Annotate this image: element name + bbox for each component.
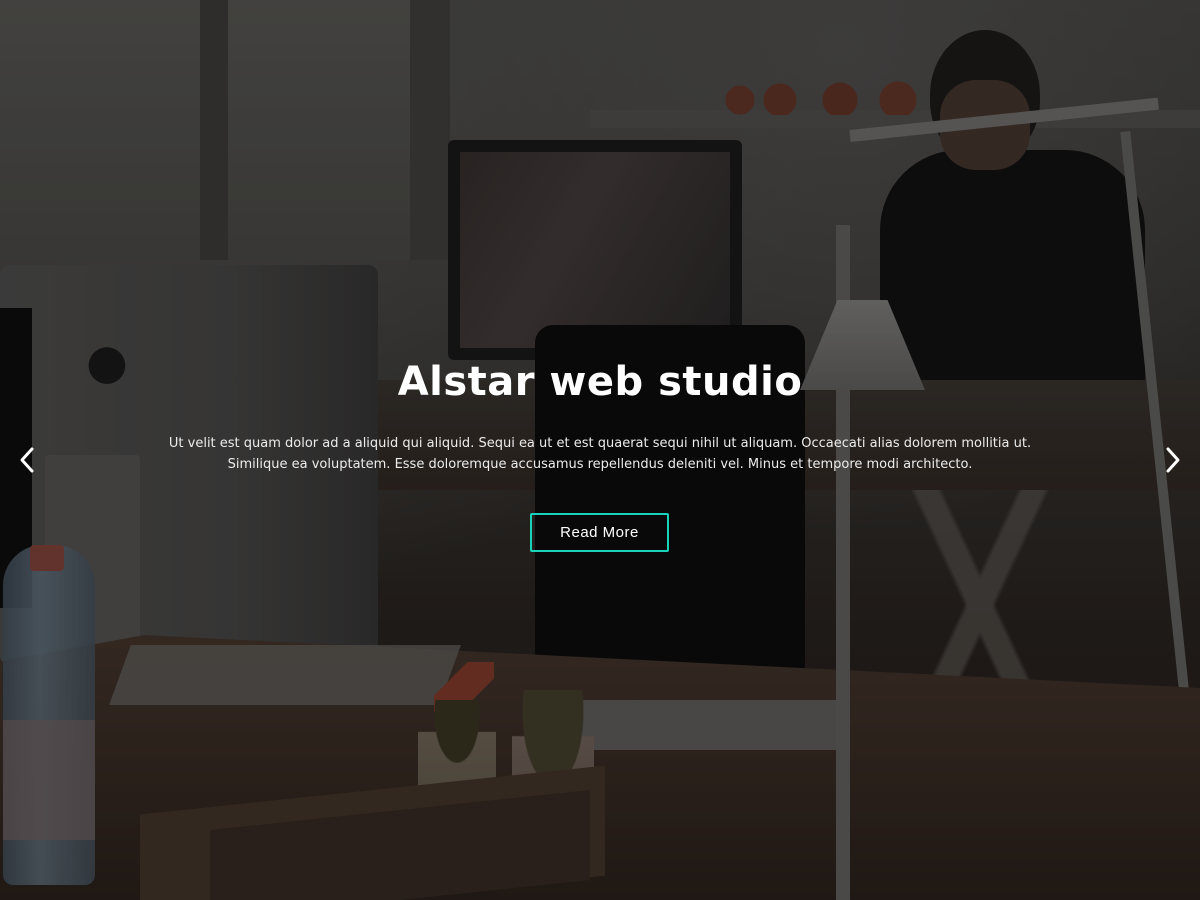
chevron-left-icon xyxy=(20,447,34,473)
hero-content: Alstar web studio Ut velit est quam dolo… xyxy=(0,0,1200,900)
carousel-next-button[interactable] xyxy=(1153,440,1193,480)
read-more-button[interactable]: Read More xyxy=(530,513,669,552)
chevron-right-icon xyxy=(1166,447,1180,473)
hero-description: Ut velit est quam dolor ad a aliquid qui… xyxy=(150,433,1050,475)
hero-title: Alstar web studio xyxy=(397,359,803,405)
hero-description-line-1: Ut velit est quam dolor ad a aliquid qui… xyxy=(168,436,1032,451)
hero-slider: ● Alstar web studio Ut velit est quam do… xyxy=(0,0,1200,900)
hero-description-line-2: Similique ea voluptatem. Esse doloremque… xyxy=(227,457,973,472)
carousel-prev-button[interactable] xyxy=(7,440,47,480)
